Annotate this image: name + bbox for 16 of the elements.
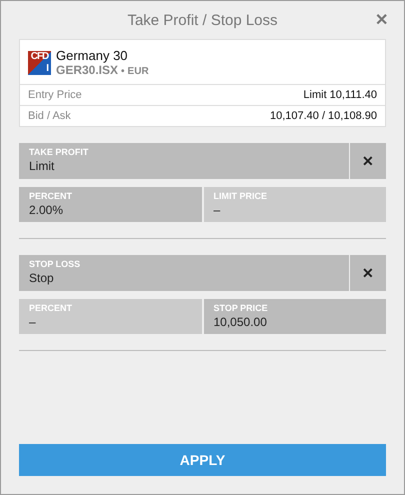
order-type-select[interactable]: STOP LOSS Stop [19, 255, 349, 291]
remove-button[interactable]: ✕ [350, 143, 386, 179]
instrument-name: Germany 30 [56, 48, 129, 63]
close-button[interactable]: ✕ [373, 10, 390, 30]
order-type-select[interactable]: TAKE PROFIT Limit [19, 143, 349, 179]
input-field[interactable]: STOP PRICE 10,050.00 [204, 299, 386, 334]
instrument-symbol: GER30.ISX [56, 63, 118, 77]
window-title: Take Profit / Stop Loss [127, 12, 278, 28]
detail-label: Bid / Ask [28, 110, 71, 122]
remove-button[interactable]: ✕ [350, 255, 386, 291]
detail-value: 10,107.40 / 10,108.90 [270, 110, 377, 122]
detail-label: Entry Price [28, 89, 82, 101]
currency-label: EUR [128, 66, 149, 77]
separator-dot: • [121, 66, 125, 77]
detail-value: Limit 10,111.40 [303, 89, 377, 101]
input-field[interactable]: PERCENT 2.00% [19, 187, 202, 222]
